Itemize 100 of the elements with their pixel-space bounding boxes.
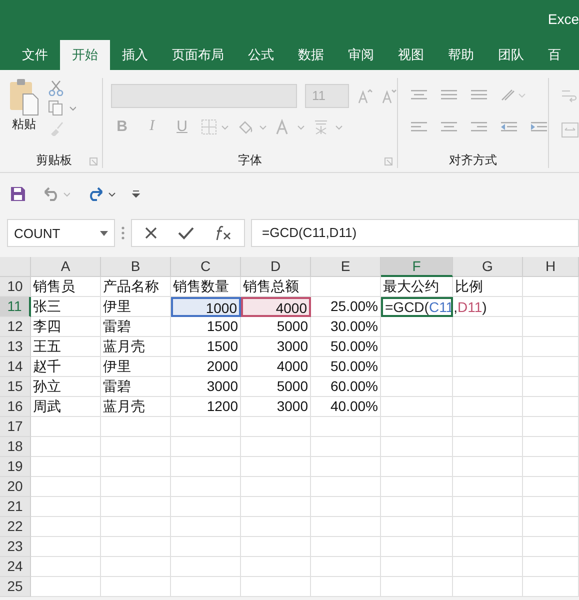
empty-cell[interactable] [241, 437, 311, 457]
customize-icon[interactable] [132, 190, 140, 198]
empty-cell[interactable] [171, 437, 241, 457]
active-cell-editor[interactable]: =GCD(C11,D11) [381, 297, 488, 317]
row-header[interactable]: 11 [0, 297, 31, 317]
empty-cell[interactable] [381, 397, 453, 417]
column-header[interactable]: D [241, 257, 311, 277]
empty-cell[interactable] [381, 417, 453, 437]
empty-cell[interactable] [381, 477, 453, 497]
ribbon-tab[interactable]: 视图 [386, 40, 436, 70]
column-header[interactable]: C [171, 257, 241, 277]
empty-cell[interactable] [101, 497, 171, 517]
empty-cell[interactable] [453, 337, 523, 357]
column-header[interactable]: H [523, 257, 579, 277]
empty-cell[interactable] [523, 317, 579, 337]
empty-cell[interactable] [453, 417, 523, 437]
empty-cell[interactable] [241, 517, 311, 537]
empty-cell[interactable] [523, 437, 579, 457]
function-icon[interactable] [214, 225, 232, 241]
empty-cell[interactable] [101, 577, 171, 597]
empty-cell[interactable] [381, 317, 453, 337]
empty-cell[interactable] [101, 457, 171, 477]
empty-cell[interactable] [171, 577, 241, 597]
empty-cell[interactable] [171, 477, 241, 497]
empty-cell[interactable] [311, 497, 381, 517]
row-header[interactable]: 19 [0, 457, 31, 477]
empty-cell[interactable] [311, 417, 381, 437]
ribbon-tab[interactable]: 开始 [60, 40, 110, 70]
select-all-button[interactable] [0, 257, 31, 277]
empty-cell[interactable] [453, 377, 523, 397]
empty-cell[interactable] [101, 477, 171, 497]
empty-cell[interactable] [523, 497, 579, 517]
empty-cell[interactable] [453, 297, 523, 317]
empty-cell[interactable] [523, 337, 579, 357]
check-icon[interactable] [178, 226, 194, 240]
empty-cell[interactable] [523, 297, 579, 317]
empty-cell[interactable] [381, 557, 453, 577]
empty-cell[interactable] [453, 437, 523, 457]
row-header[interactable]: 17 [0, 417, 31, 437]
row-header[interactable]: 15 [0, 377, 31, 397]
empty-cell[interactable] [311, 457, 381, 477]
empty-cell[interactable] [523, 417, 579, 437]
empty-cell[interactable] [381, 357, 453, 377]
empty-cell[interactable] [241, 577, 311, 597]
empty-cell[interactable] [523, 537, 579, 557]
empty-cell[interactable] [311, 557, 381, 577]
empty-cell[interactable] [453, 537, 523, 557]
empty-cell[interactable] [101, 537, 171, 557]
column-header[interactable]: F [381, 257, 453, 277]
empty-cell[interactable] [453, 457, 523, 477]
empty-cell[interactable] [171, 417, 241, 437]
empty-cell[interactable] [171, 497, 241, 517]
column-header[interactable]: A [31, 257, 101, 277]
empty-cell[interactable] [171, 517, 241, 537]
empty-cell[interactable] [523, 457, 579, 477]
row-header[interactable]: 23 [0, 537, 31, 557]
empty-cell[interactable] [241, 417, 311, 437]
empty-cell[interactable] [381, 457, 453, 477]
empty-cell[interactable] [241, 477, 311, 497]
empty-cell[interactable] [453, 497, 523, 517]
ribbon-tab[interactable]: 数据 [286, 40, 336, 70]
empty-cell[interactable] [523, 377, 579, 397]
empty-cell[interactable] [171, 457, 241, 477]
ribbon-tab[interactable]: 帮助 [436, 40, 486, 70]
row-header[interactable]: 10 [0, 277, 31, 297]
ribbon-tab[interactable]: 百 [536, 40, 573, 70]
empty-cell[interactable] [523, 557, 579, 577]
empty-cell[interactable] [381, 437, 453, 457]
empty-cell[interactable] [453, 397, 523, 417]
empty-cell[interactable] [241, 557, 311, 577]
row-header[interactable]: 25 [0, 577, 31, 597]
empty-cell[interactable] [311, 437, 381, 457]
ribbon-tab[interactable]: 团队 [486, 40, 536, 70]
empty-cell[interactable] [311, 277, 381, 297]
empty-cell[interactable] [523, 577, 579, 597]
row-header[interactable]: 20 [0, 477, 31, 497]
row-header[interactable]: 18 [0, 437, 31, 457]
column-header[interactable]: G [453, 257, 523, 277]
ribbon-tab[interactable]: 插入 [110, 40, 160, 70]
empty-cell[interactable] [453, 577, 523, 597]
row-header[interactable]: 14 [0, 357, 31, 377]
row-header[interactable]: 21 [0, 497, 31, 517]
empty-cell[interactable] [381, 517, 453, 537]
empty-cell[interactable] [381, 537, 453, 557]
empty-cell[interactable] [453, 357, 523, 377]
column-header[interactable]: B [101, 257, 171, 277]
empty-cell[interactable] [311, 577, 381, 597]
row-header[interactable]: 22 [0, 517, 31, 537]
name-box[interactable]: COUNT [7, 219, 115, 247]
row-header[interactable]: 12 [0, 317, 31, 337]
undo-icon[interactable] [42, 186, 70, 200]
cancel-icon[interactable] [144, 226, 158, 240]
ribbon-tab[interactable]: 页面布局 [160, 40, 236, 70]
empty-cell[interactable] [453, 477, 523, 497]
empty-cell[interactable] [241, 537, 311, 557]
ribbon-tab[interactable]: 文件 [10, 40, 60, 70]
empty-cell[interactable] [523, 277, 579, 297]
empty-cell[interactable] [523, 477, 579, 497]
empty-cell[interactable] [101, 437, 171, 457]
empty-cell[interactable] [523, 357, 579, 377]
